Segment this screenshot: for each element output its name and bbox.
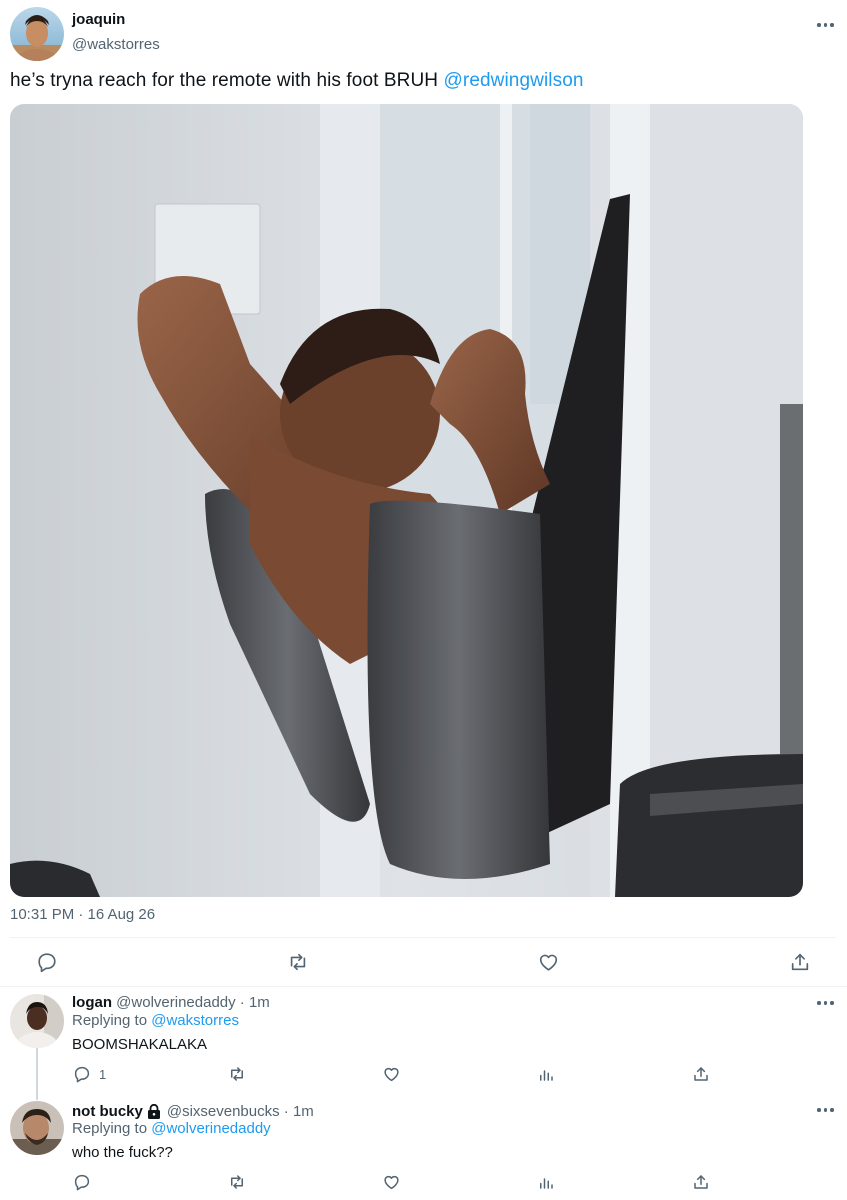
like-button[interactable] [382, 1065, 401, 1083]
reply-header: not bucky @sixsevenbucks · 1m [72, 1103, 314, 1120]
reply-button[interactable]: 1 [73, 1065, 106, 1083]
reply-icon [38, 953, 56, 973]
reply-header: logan @wolverinedaddy · 1m [72, 994, 270, 1011]
analytics-icon [540, 1178, 553, 1189]
analytics-button[interactable] [537, 1065, 555, 1083]
heart-icon [539, 954, 558, 971]
tweet-media-image[interactable] [10, 104, 803, 897]
reply-icon [74, 1066, 90, 1083]
author-avatar[interactable] [10, 7, 64, 61]
share-icon [694, 1067, 708, 1081]
retweet-icon [290, 953, 306, 971]
author-handle[interactable]: @wakstorres [72, 36, 160, 53]
retweet-icon [231, 1067, 243, 1081]
photo-man-in-chair [10, 104, 803, 897]
author-name[interactable]: joaquin [72, 11, 125, 28]
replying-to-label: Replying to [72, 1012, 152, 1029]
replying-to: Replying to @wolverinedaddy [72, 1120, 271, 1137]
retweet-button[interactable] [227, 1173, 247, 1191]
heart-icon [384, 1175, 399, 1190]
like-button[interactable] [537, 951, 560, 973]
reply-button[interactable] [73, 1173, 99, 1191]
replying-to: Replying to @wakstorres [72, 1012, 239, 1029]
share-icon [791, 953, 809, 971]
retweet-button[interactable] [286, 951, 310, 973]
reply-text: who the fuck?? [72, 1144, 173, 1161]
lock-icon [147, 1104, 160, 1119]
replying-to-link[interactable]: @wolverinedaddy [151, 1120, 270, 1137]
reply-button[interactable] [36, 951, 58, 973]
retweet-icon [231, 1175, 243, 1189]
more-icon[interactable] [817, 1107, 835, 1113]
reply-handle-time[interactable]: @sixsevenbucks · 1m [167, 1103, 314, 1120]
tweet-body: he’s tryna reach for the remote with his… [10, 70, 444, 91]
share-button[interactable] [692, 1065, 710, 1083]
reply-count: 1 [99, 1066, 107, 1082]
reply-author-name[interactable]: not bucky [72, 1103, 143, 1120]
reply-avatar[interactable] [10, 994, 64, 1048]
share-button[interactable] [789, 951, 811, 973]
like-button[interactable] [382, 1173, 401, 1191]
thread-line [36, 1048, 38, 1100]
divider [10, 937, 836, 938]
reply-avatar[interactable] [10, 1101, 64, 1155]
replying-to-label: Replying to [72, 1120, 152, 1137]
retweet-button[interactable] [227, 1065, 247, 1083]
analytics-button[interactable] [537, 1173, 555, 1191]
more-icon[interactable] [817, 22, 835, 28]
reply-icon [74, 1174, 90, 1191]
analytics-icon [540, 1070, 553, 1081]
more-icon[interactable] [817, 1000, 835, 1006]
replying-to-link[interactable]: @wakstorres [151, 1012, 239, 1029]
tweet-text: he’s tryna reach for the remote with his… [10, 70, 584, 92]
share-button[interactable] [692, 1173, 710, 1191]
reply-handle-time[interactable]: @wolverinedaddy · 1m [116, 994, 270, 1011]
tweet-mention-link[interactable]: @redwingwilson [444, 70, 584, 91]
heart-icon [384, 1067, 399, 1082]
tweet-timestamp[interactable]: 10:31 PM · 16 Aug 26 [10, 906, 155, 923]
reply-text: BOOMSHAKALAKA [72, 1036, 208, 1053]
divider [0, 986, 847, 987]
reply-author-name[interactable]: logan [72, 994, 112, 1011]
share-icon [694, 1175, 708, 1189]
